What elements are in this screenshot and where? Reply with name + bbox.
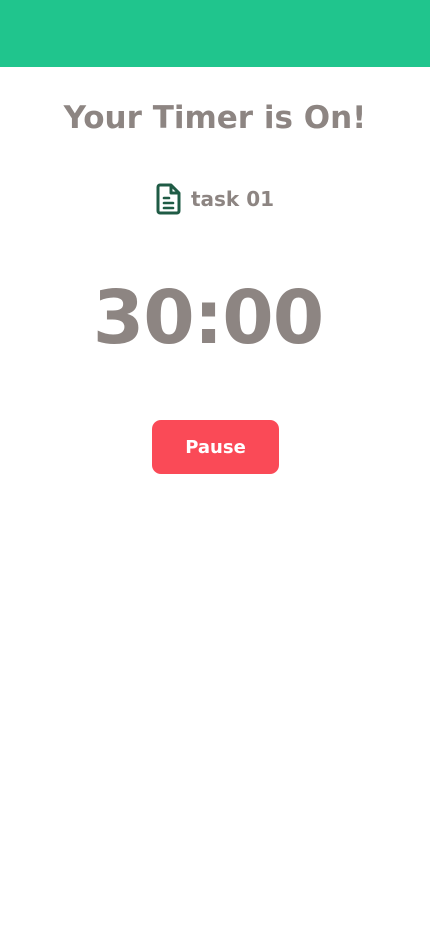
top-bar	[0, 0, 430, 67]
timer-display: 30:00	[92, 275, 325, 361]
task-name: task 01	[190, 187, 275, 211]
document-icon	[156, 183, 181, 215]
page-title: Your Timer is On!	[63, 100, 367, 136]
task-label-row: task 01	[0, 182, 430, 216]
pause-button[interactable]: Pause	[152, 420, 279, 474]
